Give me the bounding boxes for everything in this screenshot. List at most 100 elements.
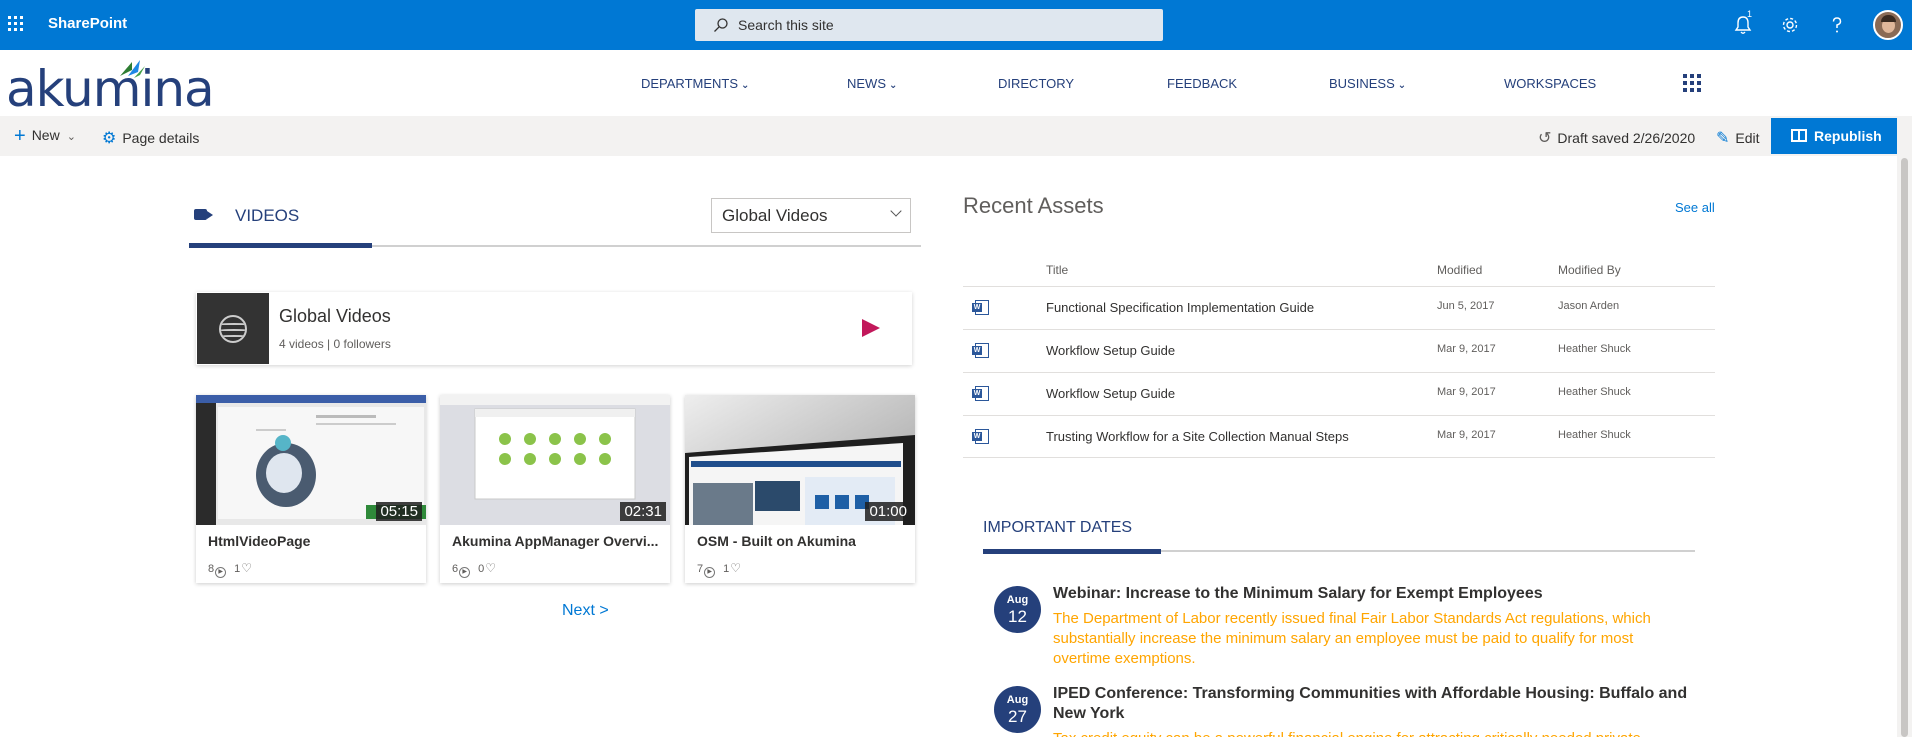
video-thumbnail[interactable]: 05:15 — [196, 395, 426, 525]
video-channel-dropdown[interactable]: Global Videos — [711, 198, 911, 233]
event-date-badge: Aug 27 — [994, 686, 1041, 733]
event-date-badge: Aug 12 — [994, 586, 1041, 633]
next-page-link[interactable]: Next > — [562, 602, 609, 620]
nav-workspaces[interactable]: WORKSPACES — [1504, 76, 1596, 91]
event-day: 27 — [1008, 707, 1027, 726]
video-card[interactable]: 02:31 Akumina AppManager Overvi... 6 ▶ 0♡ — [440, 395, 670, 583]
heart-icon[interactable]: ♡ — [485, 561, 496, 575]
event-title[interactable]: Webinar: Increase to the Minimum Salary … — [1053, 584, 1693, 604]
like-count: 0 — [478, 563, 485, 575]
views-icon: ▶ — [215, 567, 227, 578]
chevron-down-icon — [890, 205, 902, 217]
see-all-link[interactable]: See all — [1675, 200, 1715, 215]
event-title[interactable]: IPED Conference: Transforming Communitie… — [1053, 684, 1693, 724]
channel-meta: 4 videos | 0 followers — [279, 337, 391, 351]
word-doc-icon — [972, 386, 989, 401]
nav-feedback[interactable]: FEEDBACK — [1167, 76, 1237, 91]
nav-label: DEPARTMENTS — [641, 76, 739, 91]
view-count: 7 — [697, 563, 704, 575]
page-scrollbar[interactable] — [1897, 156, 1912, 737]
table-row[interactable]: Workflow Setup Guide Mar 9, 2017 Heather… — [963, 329, 1715, 372]
app-grid-icon[interactable] — [1683, 74, 1701, 92]
draft-status: ↺ Draft saved 2/26/2020 — [1538, 128, 1695, 148]
asset-modified: Mar 9, 2017 — [1437, 429, 1496, 441]
video-thumbnail[interactable]: 02:31 — [440, 395, 670, 525]
app-name[interactable]: SharePoint — [48, 15, 127, 32]
views-icon: ▶ — [459, 567, 471, 578]
video-title[interactable]: OSM - Built on Akumina — [697, 533, 905, 549]
nav-departments[interactable]: DEPARTMENTS ⌄ — [641, 76, 749, 91]
video-duration: 02:31 — [620, 502, 666, 521]
channel-title: Global Videos — [279, 306, 391, 326]
nav-business[interactable]: BUSINESS ⌄ — [1329, 76, 1406, 91]
pencil-icon: ✎ — [1716, 130, 1730, 147]
views-icon: ▶ — [704, 567, 716, 578]
asset-title[interactable]: Functional Specification Implementation … — [1046, 300, 1314, 315]
asset-title[interactable]: Workflow Setup Guide — [1046, 343, 1175, 358]
nav-label: BUSINESS — [1329, 76, 1395, 91]
view-count: 8 — [208, 563, 215, 575]
asset-modified-by: Jason Arden — [1558, 300, 1620, 312]
nav-label: WORKSPACES — [1504, 76, 1597, 91]
globe-icon — [219, 315, 247, 343]
dropdown-value: Global Videos — [722, 206, 828, 225]
column-header-modified-by[interactable]: Modified By — [1558, 263, 1621, 277]
video-thumbnail[interactable]: 01:00 — [685, 395, 915, 525]
akumina-logo[interactable]: akumina — [6, 58, 215, 114]
site-header: akumina DEPARTMENTS ⌄ NEWS ⌄ DIRECTORY FEE… — [0, 50, 1912, 116]
video-card[interactable]: 05:15 HtmlVideoPage 8 ▶ 1♡ — [196, 395, 426, 583]
play-icon[interactable] — [862, 319, 880, 337]
page-details-button[interactable]: ⚙ Page details — [102, 128, 199, 148]
heart-icon[interactable]: ♡ — [730, 561, 741, 575]
event-day: 12 — [1008, 607, 1027, 626]
tab-videos[interactable]: VIDEOS — [235, 206, 299, 226]
view-count: 6 — [452, 563, 459, 575]
column-header-modified[interactable]: Modified — [1437, 263, 1482, 277]
word-doc-icon — [972, 343, 989, 358]
word-doc-icon — [972, 429, 989, 444]
table-row[interactable]: Trusting Workflow for a Site Collection … — [963, 415, 1715, 458]
nav-news[interactable]: NEWS ⌄ — [847, 76, 897, 91]
nav-directory[interactable]: DIRECTORY — [998, 76, 1074, 91]
chevron-down-icon: ⌄ — [66, 131, 76, 143]
like-count: 1 — [234, 563, 241, 575]
settings-gear-icon[interactable] — [1779, 14, 1801, 36]
chevron-down-icon: ⌄ — [1397, 80, 1407, 91]
important-dates-title[interactable]: IMPORTANT DATES — [983, 519, 1132, 537]
help-icon[interactable] — [1826, 14, 1848, 36]
table-row[interactable]: Workflow Setup Guide Mar 9, 2017 Heather… — [963, 372, 1715, 415]
draft-status-text: Draft saved 2/26/2020 — [1557, 130, 1696, 146]
gear-icon: ⚙ — [102, 130, 117, 147]
asset-modified-by: Heather Shuck — [1558, 386, 1631, 398]
search-box[interactable]: Search this site — [695, 9, 1163, 41]
asset-title[interactable]: Workflow Setup Guide — [1046, 386, 1175, 401]
command-bar: + New ⌄ ⚙ Page details ↺ Draft saved 2/26/20… — [0, 116, 1912, 156]
chevron-down-icon: ⌄ — [889, 80, 898, 91]
video-title[interactable]: HtmlVideoPage — [208, 533, 416, 549]
asset-title[interactable]: Trusting Workflow for a Site Collection … — [1046, 429, 1349, 444]
video-duration: 05:15 — [376, 502, 422, 521]
asset-modified: Mar 9, 2017 — [1437, 343, 1496, 355]
search-placeholder: Search this site — [738, 17, 834, 33]
event-description: Tax credit equity can be a powerful fina… — [1053, 729, 1693, 737]
new-button[interactable]: + New ⌄ — [14, 125, 76, 148]
video-stats: 8 ▶ 1♡ — [208, 561, 252, 578]
column-header-title[interactable]: Title — [1046, 263, 1068, 277]
asset-modified: Mar 9, 2017 — [1437, 386, 1496, 398]
tab-active-indicator — [983, 549, 1161, 554]
suite-bar: SharePoint Search this site 1 — [0, 0, 1912, 50]
scrollbar-thumb[interactable] — [1901, 158, 1908, 737]
video-card[interactable]: 01:00 OSM - Built on Akumina 7 ▶ 1♡ — [685, 395, 915, 583]
avatar[interactable] — [1873, 10, 1903, 40]
table-row[interactable]: Functional Specification Implementation … — [963, 286, 1715, 329]
republish-button[interactable]: Republish — [1771, 118, 1897, 154]
plus-icon: + — [14, 125, 26, 147]
edit-button[interactable]: ✎ Edit — [1716, 128, 1760, 148]
app-launcher-icon[interactable] — [8, 16, 24, 32]
notification-count: 1 — [1747, 9, 1753, 19]
video-stats: 7 ▶ 1♡ — [697, 561, 741, 578]
channel-card[interactable]: Global Videos 4 videos | 0 followers — [196, 292, 912, 365]
asset-modified-by: Heather Shuck — [1558, 429, 1631, 441]
heart-icon[interactable]: ♡ — [241, 561, 252, 575]
video-title[interactable]: Akumina AppManager Overvi... — [452, 533, 660, 549]
